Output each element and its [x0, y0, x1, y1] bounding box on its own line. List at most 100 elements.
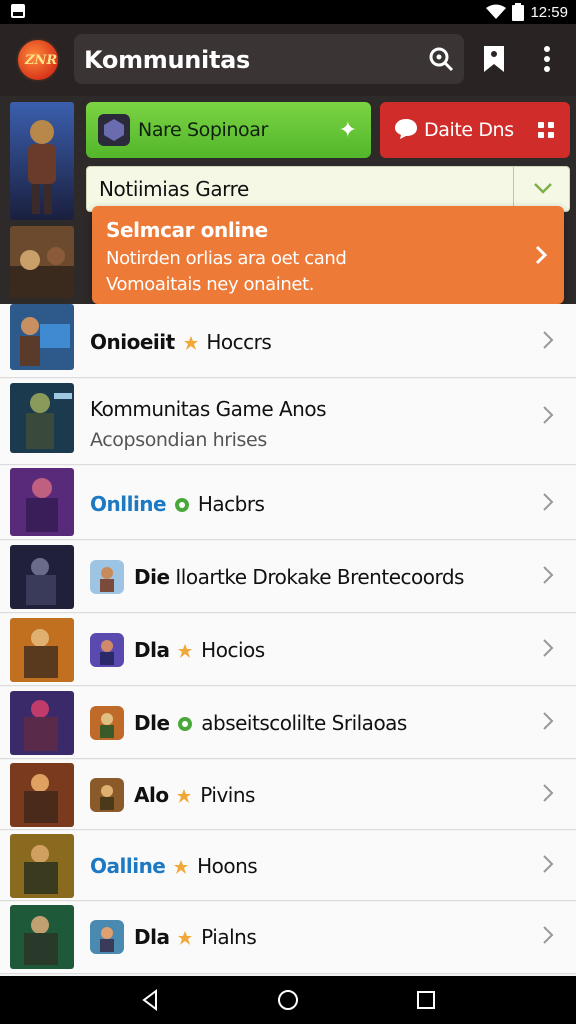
search-bar[interactable]: Kommunitas [74, 34, 464, 84]
list-item-title: Die [134, 565, 170, 589]
list-item-title: Onioeiit [90, 330, 175, 354]
chevron-right-icon[interactable] [534, 244, 548, 266]
chevron-right-icon [543, 926, 554, 944]
chevron-right-icon [543, 639, 554, 657]
thumbnail [10, 905, 74, 969]
search-icon[interactable] [428, 46, 454, 72]
screen: 12:59 ZNR Kommunitas Nare Sopinoar ✦ Dai… [0, 0, 576, 1024]
recents-icon[interactable] [414, 988, 438, 1012]
list-item-text: Die Iloartke Drokake Brentecoords [134, 565, 464, 589]
more-vert-icon[interactable] [538, 44, 556, 74]
list-item[interactable]: Alo Pivins [0, 760, 576, 830]
list-item-text: Alo Pivins [134, 783, 255, 807]
primary-action-button[interactable]: Nare Sopinoar ✦ [86, 102, 371, 158]
notification-card[interactable]: Selmcar online Notirden orlias ara oet c… [92, 206, 564, 304]
list-item-title: Onlline [90, 492, 167, 516]
list-item-title: Dla [134, 925, 170, 949]
star-badge-icon [183, 336, 198, 350]
chat-bubble-icon [395, 119, 417, 139]
notification-title: Selmcar online [106, 218, 268, 242]
chevron-right-icon [543, 493, 554, 511]
list-item[interactable]: Onioeiit Hoccrs [0, 304, 576, 378]
list-item-text: Dla Pialns [134, 925, 257, 949]
list-item-meta: Pialns [201, 925, 257, 949]
thumbnail-hero-1[interactable] [10, 102, 74, 220]
star-badge-icon [174, 860, 189, 874]
app-bar: ZNR Kommunitas [0, 24, 576, 96]
app-icon [90, 633, 124, 667]
chevron-right-icon [543, 855, 554, 873]
list-item-meta: Hoons [197, 854, 258, 878]
list-item[interactable]: Kommunitas Game Anos Acopsondian hrises [0, 379, 576, 465]
list-item-meta: Hocios [201, 638, 265, 662]
list-item-subtitle: Acopsondian hrises [90, 429, 267, 451]
thumbnail [10, 691, 74, 755]
list-item[interactable]: Dla Hocios [0, 614, 576, 686]
system-nav-bar [0, 976, 576, 1024]
star-badge-icon [178, 644, 193, 658]
thumbnail [10, 468, 74, 536]
chevron-right-icon [543, 712, 554, 730]
star-badge-icon [178, 931, 193, 945]
list-item[interactable]: Die Iloartke Drokake Brentecoords [0, 541, 576, 613]
thumbnail-hero-2[interactable] [10, 226, 74, 298]
hexagon-icon [98, 114, 130, 146]
list-item-text: Dla Hocios [134, 638, 265, 662]
list-item[interactable]: Dla Pialns [0, 902, 576, 974]
notification-icon [11, 4, 25, 18]
clock: 12:59 [530, 3, 568, 21]
list-item-meta: Hoccrs [206, 330, 272, 354]
list-item-meta: abseitscolilte Srilaoas [201, 711, 407, 735]
thumbnail [10, 834, 74, 898]
app-icon [90, 560, 124, 594]
status-bar: 12:59 [0, 0, 576, 24]
list-item[interactable]: Oalline Hoons [0, 831, 576, 901]
notification-line-2: Vomoaitais ney onainet. [106, 274, 315, 295]
list-item-meta: Pivins [200, 783, 255, 807]
secondary-action-label: Daite Dns [424, 119, 514, 141]
thumbnail [10, 618, 74, 682]
battery-icon [512, 3, 525, 21]
secondary-action-button[interactable]: Daite Dns [380, 102, 570, 158]
list-item-title: Alo [134, 783, 169, 807]
list-item[interactable]: Onlline Hacbrs [0, 466, 576, 540]
status-icons: 12:59 [486, 2, 568, 22]
app-icon [90, 706, 124, 740]
app-logo[interactable]: ZNR [16, 38, 60, 82]
dropdown-value: Notiimias Garre [99, 177, 249, 201]
star-badge-icon [177, 789, 192, 803]
page-title: Kommunitas [84, 46, 251, 74]
list-item-meta: Iloartke Drokake Brentecoords [175, 565, 464, 589]
wifi-icon [486, 4, 507, 19]
thumbnail [10, 763, 74, 827]
back-icon[interactable] [138, 988, 162, 1012]
list-item-text: Onlline Hacbrs [90, 492, 265, 516]
leaf-badge-icon [178, 717, 193, 731]
app-icon [90, 920, 124, 954]
list-item-text: Onioeiit Hoccrs [90, 330, 272, 354]
list-item[interactable]: Dle abseitscolilte Srilaoas [0, 687, 576, 759]
thumbnail [10, 304, 74, 370]
chevron-down-icon[interactable] [533, 181, 553, 195]
list-item-title: Oalline [90, 854, 166, 878]
leaf-badge-icon [174, 498, 189, 512]
primary-action-label: Nare Sopinoar [138, 119, 268, 141]
sparkle-icon: ✦ [338, 118, 357, 143]
list-item-text: Oalline Hoons [90, 854, 258, 878]
list-item-text: Dle abseitscolilte Srilaoas [134, 711, 407, 735]
chevron-right-icon [543, 784, 554, 802]
notification-line-1: Notirden orlias ara oet cand [106, 248, 347, 269]
home-icon[interactable] [276, 988, 300, 1012]
chevron-right-icon [543, 566, 554, 584]
logo-text: ZNR [25, 53, 58, 68]
chevron-right-icon [543, 331, 554, 349]
list-item-title: Dle [134, 711, 170, 735]
app-icon [90, 778, 124, 812]
thumbnail [10, 545, 74, 609]
list-item-title: Kommunitas Game Anos [90, 397, 327, 421]
list-item-title: Dla [134, 638, 170, 662]
grid-icon [538, 122, 554, 138]
bookmark-icon[interactable] [482, 44, 506, 74]
thumbnail [10, 383, 74, 453]
chevron-right-icon [543, 406, 554, 424]
